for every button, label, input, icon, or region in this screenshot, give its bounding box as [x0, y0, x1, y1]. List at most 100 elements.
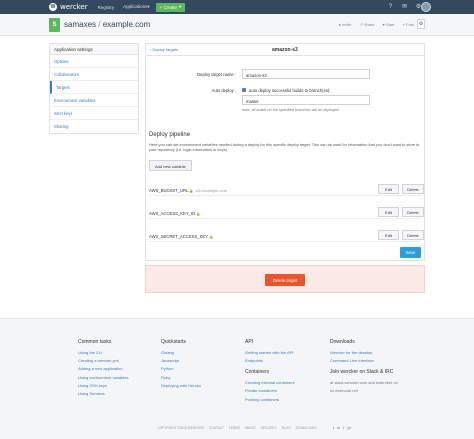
sidebar-item-sharing[interactable]: Sharing: [50, 120, 138, 133]
delete-variable-button[interactable]: Delete: [402, 207, 424, 217]
help-icon[interactable]: ?: [387, 3, 394, 10]
invite-icon: ●: [338, 22, 341, 27]
footer-link[interactable]: Creating a wercker.yml: [78, 358, 128, 363]
save-button[interactable]: Save: [400, 247, 421, 258]
pipeline-description: Here you can set environment variables n…: [149, 142, 420, 152]
app-settings-button[interactable]: ⚙: [417, 19, 425, 29]
auto-deploy-text: auto deploy successful builds to branch(…: [249, 88, 331, 93]
heart-icon: ♥: [382, 22, 385, 27]
gear-icon: ⚙: [418, 21, 424, 27]
app-name-link[interactable]: example.com: [103, 20, 151, 29]
lock-icon: 🔒: [208, 235, 214, 239]
footer-link[interactable]: Using Services: [78, 391, 128, 396]
footer-bar-link[interactable]: ABOUT: [245, 426, 256, 430]
footer-common-tasks: Common tasks Using the CLI Creating a we…: [78, 339, 129, 396]
app-badge: S: [49, 18, 60, 32]
chevron-down-icon: ▾: [147, 4, 150, 9]
share-icon: ↗: [359, 22, 363, 27]
brand-logo[interactable]: W wercker: [49, 3, 88, 11]
sidebar-item-collaborators[interactable]: Collaborators: [50, 68, 138, 81]
footer-link[interactable]: Ruby: [161, 375, 201, 380]
footer-link[interactable]: Python: [161, 366, 201, 371]
footer-link[interactable]: Command Line Interface: [330, 358, 398, 363]
footer-link[interactable]: Deploying with Heroku: [161, 383, 201, 388]
share-button[interactable]: ↗ Share: [360, 22, 375, 27]
variable-key: AWS_BUCKET_URL🔒 s3://example.com: [149, 188, 228, 193]
social-links: t in f g+: [333, 425, 352, 430]
edit-variable-button[interactable]: Edit: [378, 230, 399, 240]
top-navbar: W wercker Registry Applications▾ + Creat…: [0, 0, 474, 14]
user-avatar[interactable]: [421, 2, 431, 12]
facebook-icon[interactable]: f: [343, 425, 344, 430]
footer-bar-link[interactable]: BLOG: [282, 426, 291, 430]
wercker-logo-icon: W: [49, 3, 57, 11]
footer-link[interactable]: Using the CLI: [78, 350, 128, 355]
footer-link[interactable]: Pushing containers: [245, 397, 295, 402]
edit-variable-button[interactable]: Edit: [378, 184, 399, 194]
footer-link[interactable]: Golang: [161, 350, 201, 355]
footer-bar-link[interactable]: SECURITY: [261, 426, 277, 430]
variable-key: AWS_SECRET_ACCESS_KEY🔒: [149, 234, 214, 239]
add-variable-button[interactable]: Add new variable: [149, 160, 192, 171]
delete-target-button[interactable]: Delete target: [265, 274, 305, 286]
copyright: COPYRIGHT ©2015 WERCKER: [157, 426, 204, 430]
pipeline-title: Deploy pipeline: [149, 132, 191, 138]
danger-zone: Delete target: [145, 265, 425, 293]
notifications-icon[interactable]: ✉: [401, 3, 408, 10]
app-header: S samaxes / example.com ● Invite ↗ Share ♥…: [0, 14, 474, 36]
footer-bar: COPYRIGHT ©2015 WERCKER CONTACT TERMS AB…: [0, 426, 474, 430]
star-button[interactable]: ♥ Starr: [383, 22, 395, 27]
brand-name: wercker: [60, 3, 88, 11]
fork-button[interactable]: ⑂ Fork: [403, 22, 414, 27]
google-plus-icon[interactable]: g+: [347, 425, 352, 430]
auto-deploy-label: Auto deploy :: [211, 88, 236, 93]
edit-variable-button[interactable]: Edit: [378, 207, 399, 217]
app-title: samaxes / example.com: [64, 20, 151, 29]
footer: Common tasks Using the CLI Creating a we…: [0, 318, 474, 439]
chevron-down-icon: ▾: [179, 4, 182, 9]
footer-link[interactable]: Using SSH keys: [78, 383, 128, 388]
auto-deploy-note: note: all builds on the specified branch…: [242, 108, 339, 112]
footer-link[interactable]: Adding a new application: [78, 366, 128, 371]
footer-link[interactable]: Endpoints: [245, 358, 295, 363]
back-to-deploy-targets-link[interactable]: ‹ Deploy targets: [150, 47, 178, 52]
sidebar-item-environment-variables[interactable]: Environment variables: [50, 94, 138, 107]
twitter-icon[interactable]: t: [333, 425, 334, 430]
footer-link[interactable]: Getting started with the API: [245, 350, 295, 355]
footer-api: API Getting started with the API Endpoin…: [245, 339, 295, 402]
footer-link[interactable]: Private containers: [245, 388, 295, 393]
branch-input[interactable]: master: [242, 95, 370, 105]
footer-link[interactable]: Creating minimal containers: [245, 380, 295, 385]
variable-value: s3://example.com: [195, 188, 228, 193]
target-name-label: Deploy target name :: [197, 72, 236, 77]
create-button[interactable]: + Create ▾: [155, 2, 186, 12]
delete-variable-button[interactable]: Delete: [402, 230, 424, 240]
panel-header: ‹ Deploy targets amazon-s3: [146, 44, 424, 56]
sidebar-heading: Application settings: [50, 44, 138, 55]
linkedin-icon[interactable]: in: [337, 425, 340, 430]
footer-bar-link[interactable]: DOWNLOADS: [296, 426, 317, 430]
sidebar-item-options[interactable]: Options: [50, 55, 138, 68]
sidebar-item-targets[interactable]: Targets: [50, 81, 138, 94]
footer-bar-link[interactable]: TERMS: [229, 426, 240, 430]
invite-button[interactable]: ● Invite: [339, 22, 352, 27]
footer-link[interactable]: Wercker for the desktop: [330, 350, 398, 355]
nav-applications-link[interactable]: Applications▾: [123, 4, 150, 10]
target-name-input[interactable]: amazon-s3: [242, 69, 370, 79]
footer-link[interactable]: Javascript: [161, 358, 201, 363]
deploy-target-panel: ‹ Deploy targets amazon-s3 Deploy target…: [145, 43, 425, 261]
variable-row: AWS_ACCESS_KEY_ID🔒 Edit Delete: [149, 207, 424, 219]
variable-key: AWS_ACCESS_KEY_ID🔒: [149, 211, 201, 216]
footer-link[interactable]: Using environment variables: [78, 375, 128, 380]
auto-deploy-checkbox[interactable]: [242, 88, 246, 92]
nav-registry-link[interactable]: Registry: [98, 5, 115, 10]
sidebar-item-ssh-keys[interactable]: SSH keys: [50, 107, 138, 120]
target-name-heading: amazon-s3: [272, 46, 298, 53]
delete-variable-button[interactable]: Delete: [402, 184, 424, 194]
variable-row: AWS_BUCKET_URL🔒 s3://example.com Edit Del…: [149, 184, 424, 196]
footer-downloads: Downloads Wercker for the desktop Comman…: [330, 339, 398, 394]
footer-quickstarts: Quickstarts Golang Javascript Python Rub…: [161, 339, 202, 388]
lock-icon: 🔒: [196, 212, 201, 216]
app-owner-link[interactable]: samaxes: [64, 20, 96, 29]
footer-bar-link[interactable]: CONTACT: [209, 426, 224, 430]
